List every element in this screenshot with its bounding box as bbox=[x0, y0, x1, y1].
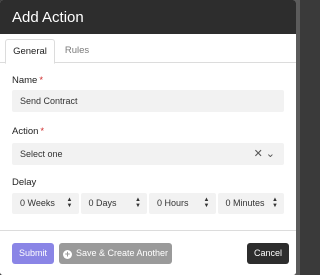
delay-weeks-select[interactable]: 0 Weeks ▲ ▼ bbox=[12, 193, 79, 214]
name-field-value: Send Contract bbox=[20, 96, 78, 106]
chevron-down-icon[interactable]: ⌄ bbox=[266, 148, 278, 160]
name-label-text: Name bbox=[12, 75, 38, 86]
save-create-another-label: Save & Create Another bbox=[75, 248, 169, 258]
updown-icon: ▲ ▼ bbox=[66, 197, 73, 209]
modal-footer: Submit + Save & Create Another Cancel bbox=[0, 230, 296, 275]
name-label: Name * bbox=[12, 75, 43, 86]
delay-days-value: 0 Days bbox=[88, 198, 117, 208]
action-label-text: Action bbox=[12, 126, 39, 137]
submit-button[interactable]: Submit bbox=[12, 243, 54, 264]
action-label: Action * bbox=[12, 126, 44, 137]
modal-title: Add Action bbox=[0, 0, 296, 34]
tab-bar: General Rules bbox=[0, 34, 296, 64]
save-create-another-button[interactable]: + Save & Create Another bbox=[59, 243, 172, 264]
close-icon[interactable]: ✕ bbox=[254, 148, 266, 160]
action-select[interactable]: Select one ✕⌄ bbox=[12, 143, 284, 165]
delay-days-select[interactable]: 0 Days ▲ ▼ bbox=[80, 193, 147, 214]
delay-hours-select[interactable]: 0 Hours ▲ ▼ bbox=[149, 193, 216, 214]
delay-minutes-value: 0 Minutes bbox=[225, 198, 265, 208]
updown-icon: ▲ ▼ bbox=[135, 197, 141, 209]
delay-hours-value: 0 Hours bbox=[157, 198, 189, 208]
cancel-button[interactable]: Cancel bbox=[247, 243, 289, 264]
delay-label: Delay bbox=[12, 177, 37, 188]
plus-circle-icon: + bbox=[62, 249, 72, 259]
name-field[interactable]: Send Contract bbox=[12, 90, 284, 112]
action-select-value: Select one bbox=[20, 149, 63, 159]
required-mark: * bbox=[40, 126, 45, 137]
delay-minutes-select[interactable]: 0 Minutes ▲ ▼ bbox=[217, 193, 284, 214]
updown-icon: ▲ ▼ bbox=[203, 197, 210, 209]
tab-rules[interactable]: Rules bbox=[60, 39, 94, 64]
updown-icon: ▲ ▼ bbox=[272, 197, 278, 209]
tab-general[interactable]: General bbox=[5, 39, 55, 64]
delay-row: 0 Weeks ▲ ▼ 0 Days ▲ ▼ 0 Hours ▲ ▼ 0 Minute… bbox=[12, 193, 284, 214]
add-action-modal: Add Action General Rules Name * Send Cont… bbox=[0, 0, 296, 275]
delay-weeks-value: 0 Weeks bbox=[20, 198, 55, 208]
required-mark: * bbox=[39, 75, 44, 86]
